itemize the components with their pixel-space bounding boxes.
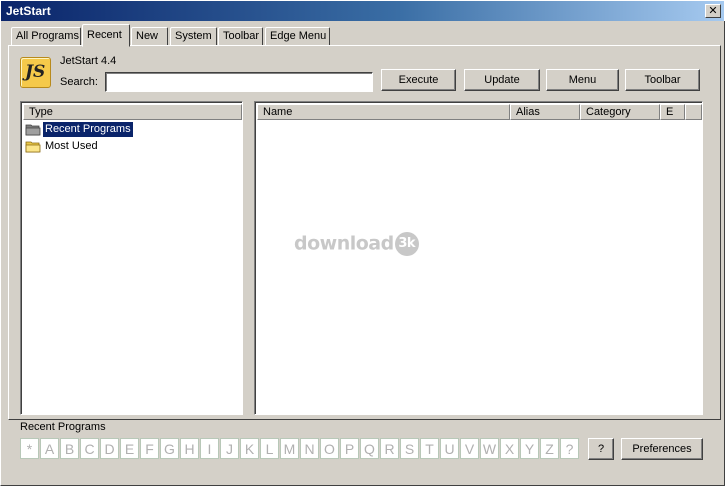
tab-label: All Programs (16, 30, 79, 42)
type-tree[interactable]: Type Recent Programs Most Used (20, 101, 243, 415)
execute-button[interactable]: Execute (381, 69, 456, 91)
letter-button-l[interactable]: L (260, 438, 279, 459)
letter-button-t[interactable]: T (420, 438, 439, 459)
jetstart-logo-icon: JS (20, 57, 51, 88)
tab-system[interactable]: System (170, 27, 217, 46)
folder-icon (25, 141, 41, 153)
letter-button-d[interactable]: D (100, 438, 119, 459)
letter-button-z[interactable]: Z (540, 438, 559, 459)
letter-button-w[interactable]: W (480, 438, 499, 459)
toolbar-button[interactable]: Toolbar (625, 69, 700, 91)
update-button[interactable]: Update (464, 69, 540, 91)
tab-label: System (175, 30, 212, 42)
search-label: Search: (60, 76, 98, 88)
letter-button-other[interactable]: ? (560, 438, 579, 459)
tab-edge-menu[interactable]: Edge Menu (265, 27, 330, 46)
window-title: JetStart (6, 4, 51, 18)
letter-button-g[interactable]: G (160, 438, 179, 459)
letter-button-j[interactable]: J (220, 438, 239, 459)
column-header-category[interactable]: Category (580, 104, 660, 120)
letter-button-y[interactable]: Y (520, 438, 539, 459)
letter-button-n[interactable]: N (300, 438, 319, 459)
watermark-badge: 3k (394, 232, 419, 256)
tab-label: New (136, 30, 159, 42)
letter-button-v[interactable]: V (460, 438, 479, 459)
letter-button-p[interactable]: P (340, 438, 359, 459)
tab-new[interactable]: New (131, 27, 168, 46)
letter-button-m[interactable]: M (280, 438, 299, 459)
letter-button-i[interactable]: I (200, 438, 219, 459)
letter-button-k[interactable]: K (240, 438, 259, 459)
download3k-watermark: download 3k (294, 232, 419, 256)
preferences-button[interactable]: Preferences (621, 438, 703, 460)
letter-button-o[interactable]: O (320, 438, 339, 459)
letter-button-e[interactable]: E (120, 438, 139, 459)
help-button[interactable]: ? (588, 438, 614, 460)
tab-toolbar[interactable]: Toolbar (218, 27, 263, 46)
column-header-type[interactable]: Type (23, 104, 242, 120)
column-header-name[interactable]: Name (257, 104, 510, 120)
tree-item-recent-programs[interactable]: Recent Programs (25, 122, 133, 138)
programs-list[interactable]: Name Alias Category E (254, 101, 703, 415)
tab-recent[interactable]: Recent (82, 24, 130, 47)
tree-item-most-used[interactable]: Most Used (25, 139, 100, 155)
search-input[interactable] (105, 72, 373, 92)
tab-all-programs[interactable]: All Programs (11, 27, 81, 46)
letter-button-f[interactable]: F (140, 438, 159, 459)
column-header-filler (685, 104, 702, 120)
letter-button-star[interactable]: * (20, 438, 39, 459)
menu-button[interactable]: Menu (546, 69, 619, 91)
column-header-e[interactable]: E (660, 104, 685, 120)
current-view-label: Recent Programs (20, 421, 106, 433)
tab-label: Recent (87, 29, 122, 41)
letter-button-c[interactable]: C (80, 438, 99, 459)
tree-item-label: Most Used (45, 140, 98, 152)
letter-button-s[interactable]: S (400, 438, 419, 459)
folder-open-icon (25, 124, 41, 136)
app-name: JetStart 4.4 (60, 55, 117, 67)
close-icon[interactable]: ✕ (705, 4, 721, 18)
letter-button-h[interactable]: H (180, 438, 199, 459)
letter-button-x[interactable]: X (500, 438, 519, 459)
watermark-text: download (294, 232, 394, 255)
letter-button-u[interactable]: U (440, 438, 459, 459)
letter-button-b[interactable]: B (60, 438, 79, 459)
letter-button-r[interactable]: R (380, 438, 399, 459)
letter-button-a[interactable]: A (40, 438, 59, 459)
letter-button-q[interactable]: Q (360, 438, 379, 459)
tree-item-label: Recent Programs (43, 122, 133, 137)
column-header-alias[interactable]: Alias (510, 104, 580, 120)
title-bar: JetStart ✕ (0, 0, 725, 21)
logo-text: JS (25, 62, 46, 82)
tab-label: Edge Menu (270, 30, 327, 42)
tab-label: Toolbar (223, 30, 260, 42)
